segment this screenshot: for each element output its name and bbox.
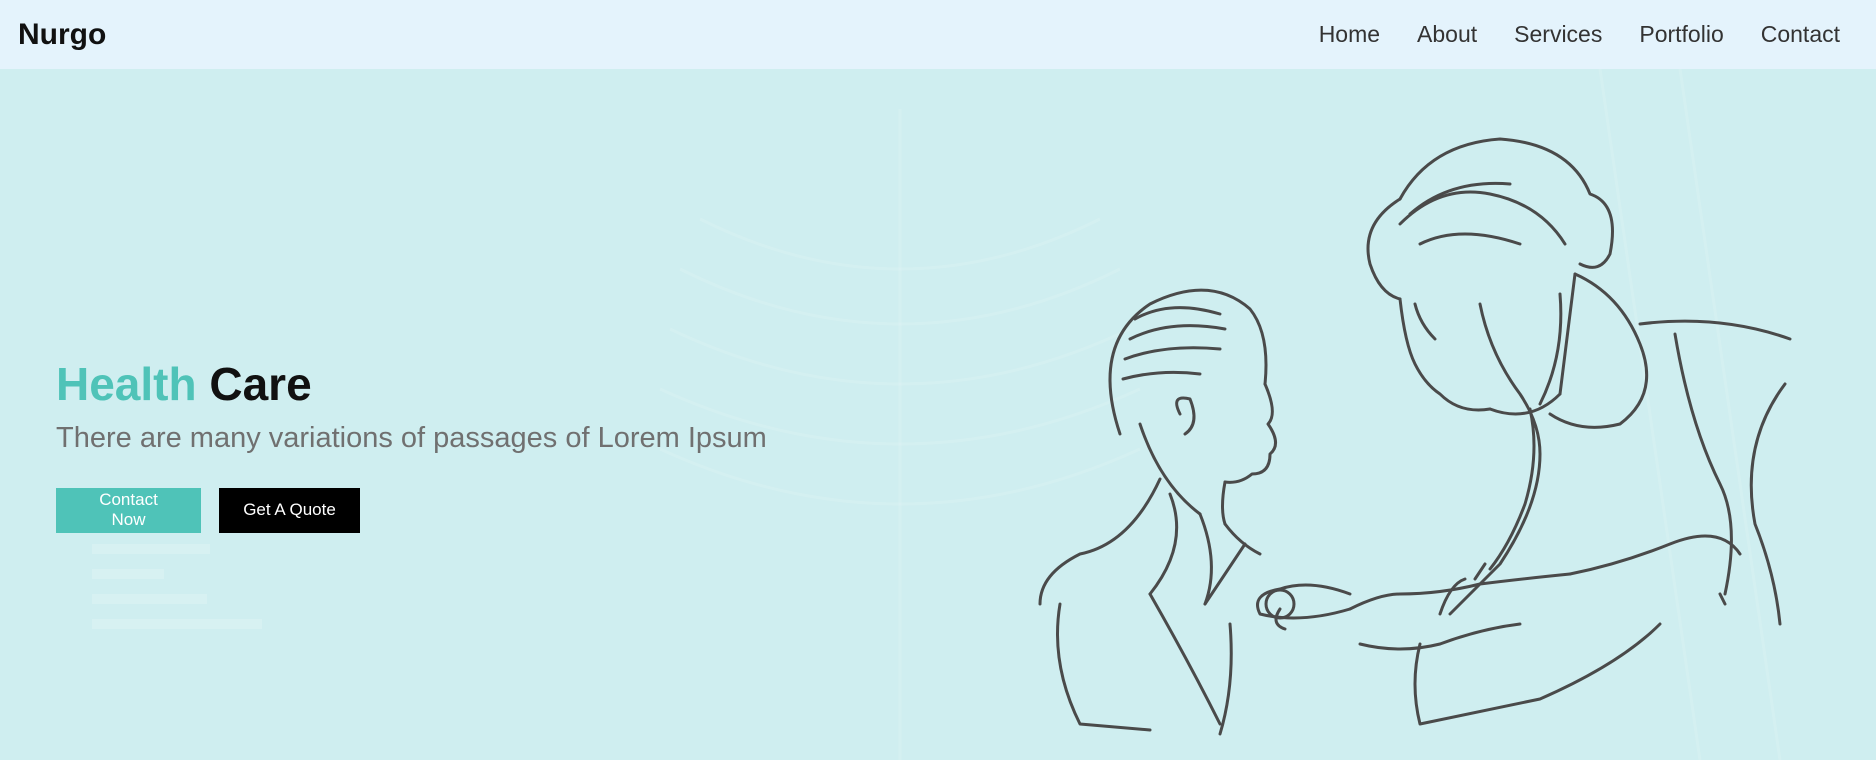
hero-section: Health Care There are many variations of… bbox=[0, 69, 1876, 760]
nav-link-services[interactable]: Services bbox=[1514, 21, 1602, 48]
hero-buttons: Contact Now Get A Quote bbox=[56, 487, 767, 533]
hero-title-accent: Health bbox=[56, 358, 197, 410]
hero-title: Health Care bbox=[56, 359, 767, 410]
nav-links: Home About Services Portfolio Contact bbox=[1282, 21, 1840, 48]
get-a-quote-button[interactable]: Get A Quote bbox=[219, 487, 360, 533]
hero-text-block: Health Care There are many variations of… bbox=[56, 359, 767, 533]
nav-link-home[interactable]: Home bbox=[1319, 21, 1380, 48]
nav-link-contact[interactable]: Contact bbox=[1761, 21, 1840, 48]
nav-link-about[interactable]: About bbox=[1417, 21, 1477, 48]
nav-link-portfolio[interactable]: Portfolio bbox=[1639, 21, 1723, 48]
top-navbar: Nurgo Home About Services Portfolio Cont… bbox=[0, 0, 1876, 69]
contact-now-button[interactable]: Contact Now bbox=[56, 487, 201, 533]
doctor-examining-boy-illustration bbox=[1038, 137, 1792, 736]
hero-title-dark: Care bbox=[209, 358, 312, 410]
brand-logo[interactable]: Nurgo bbox=[18, 18, 106, 52]
hero-subtitle: There are many variations of passages of… bbox=[56, 421, 767, 454]
